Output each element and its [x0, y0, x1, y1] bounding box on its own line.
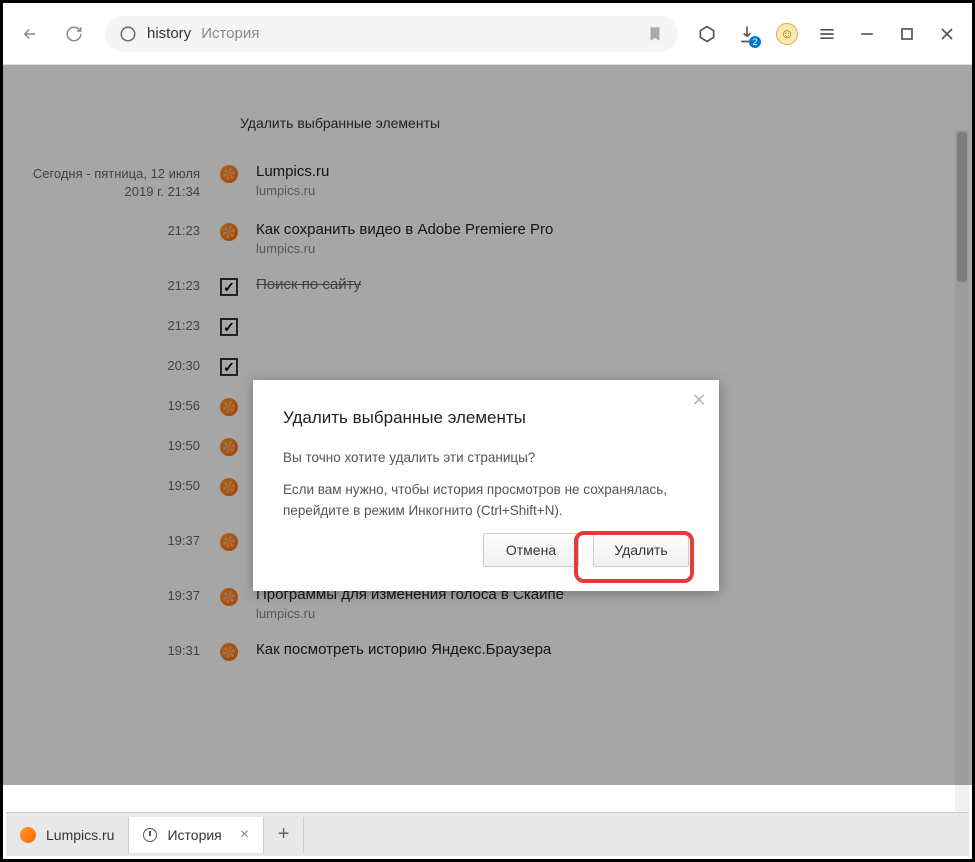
tab-close-icon[interactable]: ×	[240, 826, 249, 844]
maximize-button[interactable]	[896, 23, 918, 45]
menu-icon[interactable]	[816, 23, 838, 45]
browser-toolbar: historyИстория 2 ☺	[3, 3, 972, 65]
tab-lumpics[interactable]: Lumpics.ru	[6, 817, 129, 853]
tab-label: Lumpics.ru	[46, 827, 114, 843]
modal-title: Удалить выбранные элементы	[283, 408, 689, 428]
modal-close-icon[interactable]: ✕	[689, 390, 709, 410]
confirm-delete-modal: ✕ Удалить выбранные элементы Вы точно хо…	[253, 380, 719, 591]
cancel-button[interactable]: Отмена	[483, 533, 579, 567]
downloads-icon[interactable]: 2	[736, 23, 758, 45]
address-bar[interactable]: historyИстория	[105, 16, 678, 52]
lumpics-favicon-icon	[20, 827, 36, 843]
tab-label: История	[167, 827, 221, 843]
address-text: historyИстория	[147, 25, 259, 42]
profile-avatar[interactable]: ☺	[776, 23, 798, 45]
yandex-services-icon[interactable]	[696, 23, 718, 45]
tab-bar: Lumpics.ru История × +	[6, 812, 969, 856]
downloads-badge: 2	[749, 36, 761, 48]
close-window-button[interactable]	[936, 23, 958, 45]
modal-confirm-text: Вы точно хотите удалить эти страницы?	[283, 448, 689, 468]
minimize-button[interactable]	[856, 23, 878, 45]
back-button[interactable]	[17, 21, 43, 47]
site-info-icon	[119, 25, 137, 43]
tab-history[interactable]: История ×	[129, 817, 264, 853]
modal-incognito-text: Если вам нужно, чтобы история просмотров…	[283, 480, 689, 521]
reload-button[interactable]	[61, 21, 87, 47]
history-icon	[143, 828, 157, 842]
new-tab-button[interactable]: +	[264, 817, 304, 853]
delete-button[interactable]: Удалить	[593, 533, 689, 567]
bookmark-icon[interactable]	[646, 25, 664, 43]
